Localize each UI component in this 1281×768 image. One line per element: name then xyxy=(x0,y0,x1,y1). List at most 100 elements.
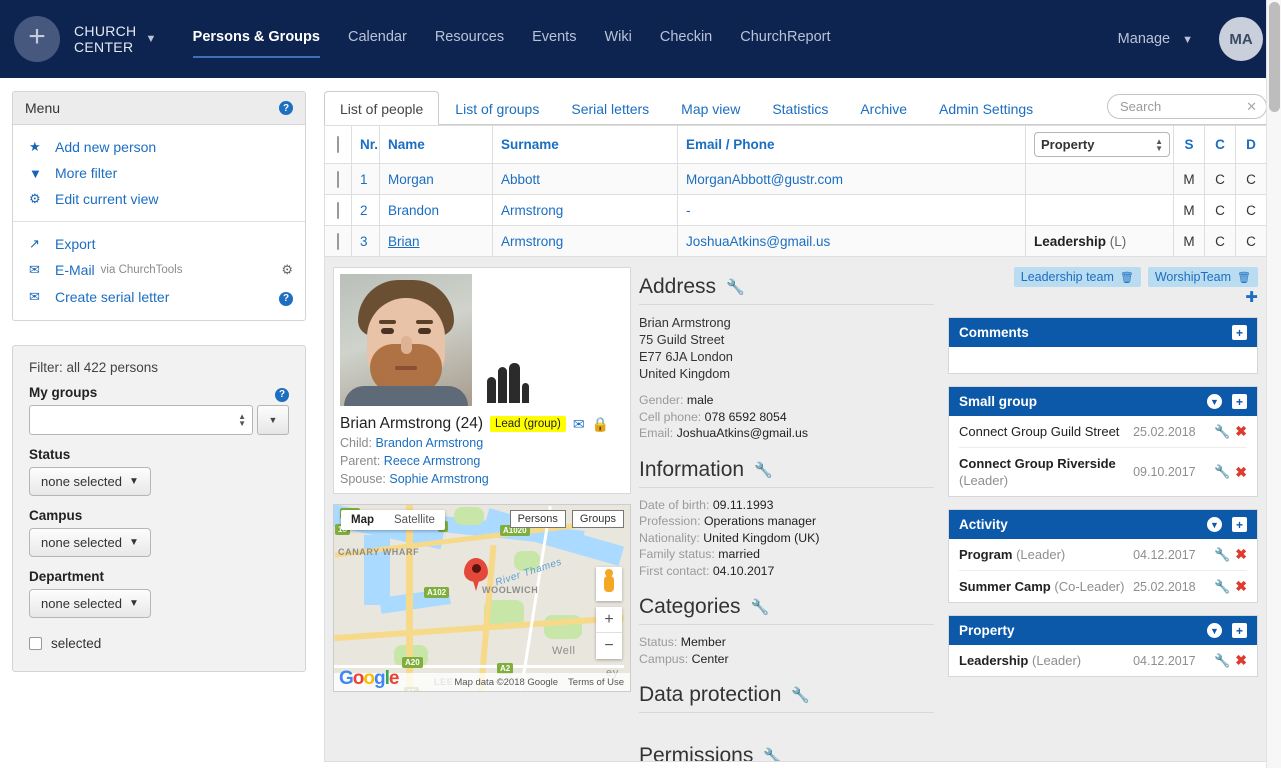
delete-icon[interactable]: ✖ xyxy=(1235,546,1247,563)
nav-item-wiki[interactable]: Wiki xyxy=(604,29,631,49)
page-scrollbar[interactable] xyxy=(1266,0,1281,768)
cell-nr[interactable]: 3 xyxy=(351,225,380,257)
column-header-c[interactable]: C xyxy=(1204,125,1236,164)
map-marker-pin[interactable] xyxy=(464,558,488,592)
column-header-name[interactable]: Name xyxy=(379,125,493,164)
my-groups-combo[interactable]: ▲ ▼ ▼ xyxy=(29,404,289,435)
add-icon[interactable]: + xyxy=(1232,325,1247,340)
column-header-nr[interactable]: Nr. xyxy=(351,125,380,164)
chevron-down-icon[interactable]: ▼ xyxy=(145,31,156,47)
table-row[interactable]: 1 Morgan Abbott MorganAbbott@gustr.com M… xyxy=(324,163,1267,195)
add-icon[interactable]: + xyxy=(1232,394,1247,409)
selected-checkbox[interactable] xyxy=(29,636,42,650)
trash-icon[interactable]: 🗑 xyxy=(1237,271,1251,284)
group-chip-leadership-team[interactable]: Leadership team 🗑 xyxy=(1013,267,1141,287)
map-persons-button[interactable]: Persons xyxy=(509,510,566,528)
wrench-icon[interactable]: 🔧 xyxy=(726,278,745,296)
brand-logo[interactable]: CHURCH CENTER ▼ xyxy=(74,23,157,55)
column-header-surname[interactable]: Surname xyxy=(492,125,678,164)
column-header-email-phone[interactable]: Email / Phone xyxy=(677,125,1026,164)
tab-admin-settings[interactable]: Admin Settings xyxy=(923,91,1049,125)
map-widget[interactable]: A11 13 3 A1020 A102 A20 A2 15 CANARY WHA… xyxy=(333,504,631,692)
property-column-select[interactable]: Property ▲ ▼ xyxy=(1034,132,1170,157)
wrench-icon[interactable]: 🔧 xyxy=(1214,579,1230,595)
selected-checkbox-row[interactable]: selected xyxy=(29,636,289,651)
cell-surname[interactable]: Armstrong xyxy=(492,194,678,226)
row-select-cell[interactable] xyxy=(324,225,352,257)
map-terms-link[interactable]: Terms of Use xyxy=(568,677,624,688)
campus-select[interactable]: none selected ▼ xyxy=(29,527,151,557)
select-all-cell[interactable] xyxy=(324,125,352,164)
my-groups-input[interactable]: ▲ ▼ xyxy=(29,404,253,435)
chevron-down-icon[interactable]: ▼ xyxy=(1207,517,1222,532)
menu-item-add-new-person[interactable]: ★ Add new person xyxy=(13,134,305,160)
cell-nr[interactable]: 1 xyxy=(351,163,380,195)
zoom-out-button[interactable]: − xyxy=(596,633,622,659)
wrench-icon[interactable]: 🔧 xyxy=(791,686,810,704)
delete-icon[interactable]: ✖ xyxy=(1235,652,1247,669)
tab-statistics[interactable]: Statistics xyxy=(756,91,844,125)
cell-email[interactable]: JoshuaAtkins@gmail.us xyxy=(677,225,1026,257)
row-select-cell[interactable] xyxy=(324,163,352,195)
add-icon[interactable]: + xyxy=(1232,517,1247,532)
avatar[interactable]: MA xyxy=(1219,17,1263,61)
gear-icon[interactable]: ⚙ xyxy=(281,262,293,278)
menu-item-edit-current-view[interactable]: ⚙ Edit current view xyxy=(13,186,305,212)
relation-spouse-link[interactable]: Sophie Armstrong xyxy=(389,472,488,486)
cell-email[interactable]: MorganAbbott@gustr.com xyxy=(677,163,1026,195)
item-name[interactable]: Leadership (Leader) xyxy=(959,652,1133,669)
scrollbar-thumb[interactable] xyxy=(1269,2,1280,112)
relation-child-link[interactable]: Brandon Armstrong xyxy=(375,436,483,450)
department-select[interactable]: none selected ▼ xyxy=(29,588,151,618)
status-select[interactable]: none selected ▼ xyxy=(29,466,151,496)
tab-list-of-people[interactable]: List of people xyxy=(324,91,440,125)
add-icon[interactable]: + xyxy=(1232,623,1247,638)
relation-parent-link[interactable]: Reece Armstrong xyxy=(384,454,481,468)
manage-menu[interactable]: Manage ▼ xyxy=(1118,31,1193,47)
wrench-icon[interactable]: 🔧 xyxy=(1214,653,1230,669)
group-chip-worship-team[interactable]: WorshipTeam 🗑 xyxy=(1147,267,1258,287)
table-row[interactable]: 2 Brandon Armstrong - M C C xyxy=(324,194,1267,226)
chevron-down-icon[interactable]: ▼ xyxy=(1207,394,1222,409)
row-checkbox[interactable] xyxy=(337,170,339,188)
nav-item-churchreport[interactable]: ChurchReport xyxy=(740,29,830,49)
item-name[interactable]: Summer Camp (Co-Leader) xyxy=(959,578,1133,595)
wrench-icon[interactable]: 🔧 xyxy=(1214,547,1230,563)
wrench-icon[interactable]: 🔧 xyxy=(763,747,782,761)
tab-serial-letters[interactable]: Serial letters xyxy=(555,91,665,125)
delete-icon[interactable]: ✖ xyxy=(1235,578,1247,595)
menu-item-more-filter[interactable]: ▼ More filter xyxy=(13,160,305,186)
map-groups-button[interactable]: Groups xyxy=(571,510,624,528)
tab-list-of-groups[interactable]: List of groups xyxy=(439,91,555,125)
map-type-map[interactable]: Map xyxy=(341,510,384,530)
nav-item-events[interactable]: Events xyxy=(532,29,576,49)
lock-icon[interactable]: 🔒 xyxy=(592,416,609,433)
row-select-cell[interactable] xyxy=(324,194,352,226)
nav-item-resources[interactable]: Resources xyxy=(435,29,504,49)
tab-archive[interactable]: Archive xyxy=(844,91,923,125)
tab-map-view[interactable]: Map view xyxy=(665,91,756,125)
menu-item-export[interactable]: ↗ Export xyxy=(13,231,305,257)
nav-item-persons-groups[interactable]: Persons & Groups xyxy=(192,29,321,58)
cell-email[interactable]: - xyxy=(677,194,1026,226)
plus-icon[interactable]: + xyxy=(14,16,60,62)
chevron-down-icon[interactable]: ▼ xyxy=(1207,623,1222,638)
item-name[interactable]: Program (Leader) xyxy=(959,546,1133,563)
wrench-icon[interactable]: 🔧 xyxy=(1214,424,1230,440)
zoom-in-button[interactable]: + xyxy=(596,607,622,633)
delete-icon[interactable]: ✖ xyxy=(1235,423,1247,440)
row-checkbox[interactable] xyxy=(337,201,339,219)
menu-item-create-serial-letter[interactable]: ✉ Create serial letter ? xyxy=(13,283,305,311)
column-header-d[interactable]: D xyxy=(1235,125,1267,164)
nav-item-checkin[interactable]: Checkin xyxy=(660,29,712,49)
help-icon[interactable]: ? xyxy=(275,387,289,402)
column-header-s[interactable]: S xyxy=(1173,125,1205,164)
family-icon[interactable] xyxy=(478,352,538,406)
nav-item-calendar[interactable]: Calendar xyxy=(348,29,407,49)
wrench-icon[interactable]: 🔧 xyxy=(754,461,773,479)
row-checkbox[interactable] xyxy=(337,232,339,250)
cell-name[interactable]: Morgan xyxy=(379,163,493,195)
trash-icon[interactable]: 🗑 xyxy=(1120,271,1134,284)
cell-name[interactable]: Brandon xyxy=(379,194,493,226)
cell-nr[interactable]: 2 xyxy=(351,194,380,226)
